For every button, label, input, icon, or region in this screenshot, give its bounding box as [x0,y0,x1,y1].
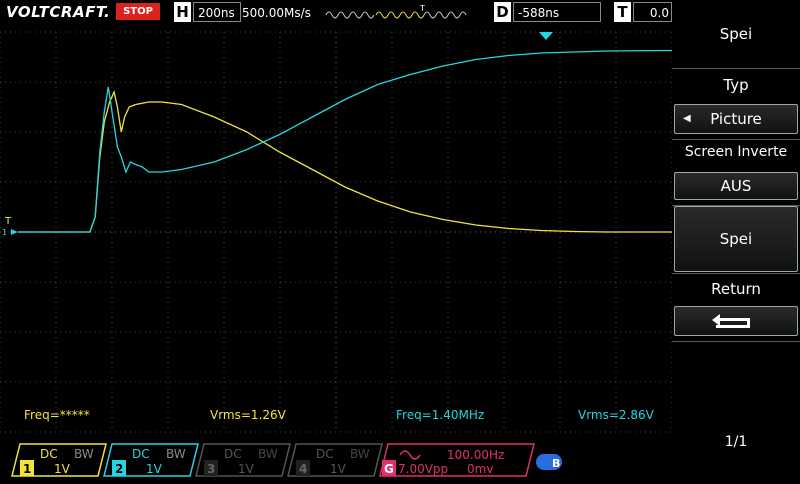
channel-coupling: DC [132,447,150,461]
channel-number: 4 [299,462,307,476]
generator-offset: 0mv [467,462,493,476]
ch2-frequency-readout: Freq=1.40MHz [396,408,484,422]
svg-text:1: 1 [2,228,7,237]
ch1-waveform [18,89,672,233]
save-menu-panel: Spei Typ ◀ Picture Screen Inverte AUS Sp… [672,0,800,480]
screen-invert-toggle[interactable]: AUS [674,172,798,200]
channel-number: 3 [207,462,215,476]
sine-wave-icon [399,450,421,460]
screen-invert-label: Screen Inverte [684,144,788,160]
channel-coupling: DC [40,447,58,461]
page-indicator: 1/1 [724,434,748,450]
channel-1-status[interactable]: 1 DC BW1V [11,443,107,477]
channel-scale: 1V [146,462,163,476]
ch1-vrms-readout: Vrms=1.26V [210,408,287,422]
channel-scale: 1V [238,462,255,476]
delay-label: D [494,2,511,22]
return-button[interactable] [674,306,798,336]
trigger-position-marker[interactable] [539,32,553,40]
delay-value[interactable]: -588ns [513,2,601,22]
channel-number: 1 [23,462,31,476]
generator-status[interactable]: G 100.00Hz 7.00Vpp 0mv [379,443,535,477]
generator-amplitude: 7.00Vpp [398,462,448,476]
trigger-marker: T [419,5,425,13]
menu-title: Spei [719,25,753,43]
channel-coupling: DC [316,447,334,461]
svg-text:B: B [552,457,560,470]
channel-2-status[interactable]: 2 DC BW1V [103,443,199,477]
trigger-level-value[interactable]: 0.0 [633,2,672,22]
run-stop-button[interactable]: STOP [116,3,160,20]
type-selector[interactable]: ◀ Picture [674,104,798,134]
arrow-left-icon: ◀ [683,113,691,124]
return-label: Return [711,280,761,298]
svg-text:T: T [4,216,12,227]
channel-scale: 1V [330,462,347,476]
channel-scale: 1V [54,462,71,476]
trigger-level-label: T [614,2,631,22]
save-button[interactable]: Spei [674,206,798,272]
ch1-frequency-readout: Freq=***** [24,408,90,422]
timebase-label: H [174,2,191,22]
channel-bandwidth-limit: BW [350,447,370,461]
channel-4-status[interactable]: 4 DC BW1V [287,443,383,477]
type-label: Typ [723,76,749,94]
timebase-value[interactable]: 200ns [193,2,241,22]
brand-logo: VOLTCRAFT. [6,3,111,21]
return-arrow-icon [712,314,750,328]
channel-coupling: DC [224,447,242,461]
channel-status-bar: 1 DC BW 1V 2 DC BW 1V 3 DC BW 1V 4 DC BW 1V G 100.00Hz … [0,436,672,480]
top-status-bar: VOLTCRAFT. STOP H 200ns 500.00Ms/s T D -… [0,0,672,26]
channel-number: 2 [115,462,123,476]
bluetooth-icon: B [536,454,562,470]
channel-bandwidth-limit: BW [74,447,94,461]
generator-frequency: 100.00Hz [447,448,504,462]
channel-3-status[interactable]: 3 DC BW1V [195,443,291,477]
channel-bandwidth-limit: BW [258,447,278,461]
generator-label: G [384,462,394,476]
type-value: Picture [710,110,762,128]
ch2-vrms-readout: Vrms=2.86V [578,408,655,422]
sample-rate: 500.00Ms/s [242,6,311,20]
trigger-position-indicator: T [325,5,467,19]
channel-bandwidth-limit: BW [166,447,186,461]
ch2-waveform [18,49,672,233]
channel-ground-marker[interactable]: T 1 [2,216,18,237]
waveform-display[interactable]: T 1 Freq=***** Vrms=1.26V Freq=1.40MHz V… [0,26,672,436]
